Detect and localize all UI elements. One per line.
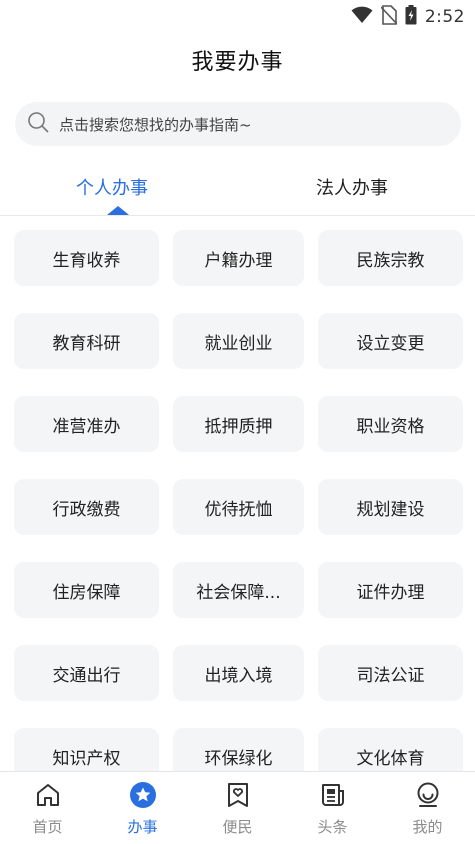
service-tile[interactable]: 交通出行 <box>14 645 159 701</box>
status-icons: 2:52 <box>351 5 465 29</box>
active-tab-indicator <box>107 206 129 215</box>
services-grid: 生育收养 户籍办理 民族宗教 教育科研 就业创业 设立变更 准营准办 抵押质押 … <box>14 230 463 771</box>
services-scroll-area[interactable]: 生育收养 户籍办理 民族宗教 教育科研 就业创业 设立变更 准营准办 抵押质押 … <box>0 217 475 771</box>
service-tile[interactable]: 准营准办 <box>14 396 159 452</box>
news-icon <box>319 781 347 813</box>
search-bar[interactable]: 点击搜索您想找的办事指南~ <box>15 102 461 146</box>
tab-personal[interactable]: 个人办事 <box>76 174 148 200</box>
service-tile[interactable]: 证件办理 <box>318 562 463 618</box>
nav-convenience-label: 便民 <box>222 818 253 836</box>
service-tile[interactable]: 出境入境 <box>173 645 304 701</box>
nav-services-label: 办事 <box>127 818 158 836</box>
no-sim-icon <box>380 5 398 29</box>
service-tile[interactable]: 优待抚恤 <box>173 479 304 535</box>
service-tile[interactable]: 行政缴费 <box>14 479 159 535</box>
tab-corporate[interactable]: 法人办事 <box>316 174 388 200</box>
search-placeholder: 点击搜索您想找的办事指南~ <box>59 115 252 134</box>
wifi-icon <box>351 6 373 28</box>
star-icon <box>129 781 157 813</box>
nav-profile[interactable]: 我的 <box>380 772 475 844</box>
service-tile[interactable]: 民族宗教 <box>318 230 463 286</box>
service-tile[interactable]: 规划建设 <box>318 479 463 535</box>
service-tile[interactable]: 设立变更 <box>318 313 463 369</box>
status-time: 2:52 <box>424 7 465 27</box>
service-tile[interactable]: 住房保障 <box>14 562 159 618</box>
service-tabs: 个人办事 法人办事 <box>0 162 475 216</box>
home-icon <box>34 781 62 813</box>
service-tile[interactable]: 社会保障... <box>173 562 304 618</box>
nav-profile-label: 我的 <box>412 818 443 836</box>
service-tile[interactable]: 职业资格 <box>318 396 463 452</box>
bottom-nav: 首页 办事 便民 头条 我的 <box>0 771 475 844</box>
nav-home-label: 首页 <box>32 818 63 836</box>
service-tile[interactable]: 就业创业 <box>173 313 304 369</box>
profile-icon <box>414 781 442 813</box>
service-tile[interactable]: 知识产权 <box>14 728 159 771</box>
nav-news[interactable]: 头条 <box>285 772 380 844</box>
battery-icon <box>405 5 417 29</box>
service-tile[interactable]: 抵押质押 <box>173 396 304 452</box>
service-tile[interactable]: 生育收养 <box>14 230 159 286</box>
service-tile[interactable]: 户籍办理 <box>173 230 304 286</box>
status-bar: 2:52 <box>0 0 475 34</box>
service-tile[interactable]: 环保绿化 <box>173 728 304 771</box>
nav-services[interactable]: 办事 <box>95 772 190 844</box>
nav-convenience[interactable]: 便民 <box>190 772 285 844</box>
page-title: 我要办事 <box>191 50 284 75</box>
heart-bookmark-icon <box>224 781 252 813</box>
service-tile[interactable]: 教育科研 <box>14 313 159 369</box>
nav-news-label: 头条 <box>317 818 348 836</box>
service-tile[interactable]: 司法公证 <box>318 645 463 701</box>
service-tile[interactable]: 文化体育 <box>318 728 463 771</box>
screen: 2:52 我要办事 点击搜索您想找的办事指南~ 个人办事 法人办事 生育收养 户… <box>0 0 475 844</box>
search-icon <box>27 111 49 137</box>
nav-home[interactable]: 首页 <box>0 772 95 844</box>
